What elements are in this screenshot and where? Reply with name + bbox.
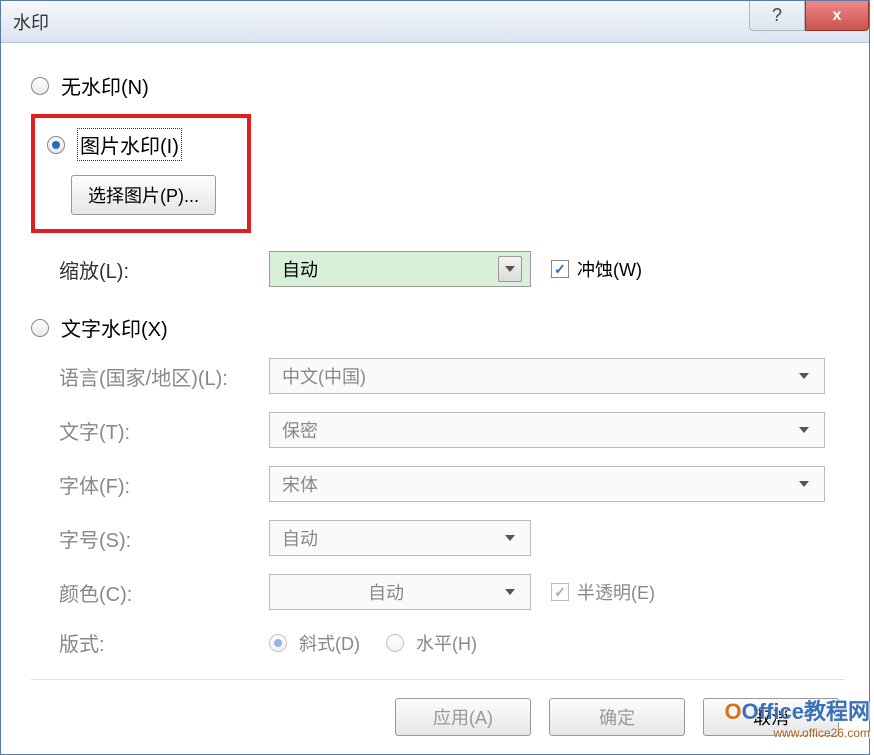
chevron-down-icon (498, 256, 522, 282)
no-watermark-label: 无水印(N) (61, 71, 149, 100)
color-value: 自动 (282, 579, 490, 605)
scale-row: 缩放(L): 自动 冲蚀(W) (31, 251, 845, 287)
font-combo[interactable]: 宋体 (269, 466, 825, 502)
size-label: 字号(S): (59, 524, 269, 553)
dialog-title: 水印 (13, 9, 49, 35)
chevron-down-icon (498, 525, 522, 551)
dialog-body: 无水印(N) 图片水印(I) 选择图片(P)... 缩放(L): 自动 冲蚀(W… (1, 43, 869, 754)
text-row: 文字(T): 保密 (31, 412, 845, 448)
layout-label: 版式: (59, 628, 269, 657)
font-label: 字体(F): (59, 470, 269, 499)
text-label: 文字(T): (59, 416, 269, 445)
scale-value: 自动 (282, 256, 318, 282)
chevron-down-icon (792, 363, 816, 389)
diagonal-label: 斜式(D) (299, 630, 360, 656)
radio-no-watermark[interactable]: 无水印(N) (31, 71, 845, 100)
radio-icon (47, 136, 65, 154)
color-combo[interactable]: 自动 (269, 574, 531, 610)
layout-options: 斜式(D) 水平(H) (269, 630, 477, 656)
language-label: 语言(国家/地区)(L): (59, 362, 269, 391)
text-combo[interactable]: 保密 (269, 412, 825, 448)
apply-button[interactable]: 应用(A) (395, 698, 531, 736)
text-value: 保密 (282, 417, 318, 443)
semitransparent-label: 半透明(E) (577, 579, 655, 605)
radio-icon (31, 77, 49, 95)
dialog-buttons: 应用(A) 确定 取消 (31, 679, 845, 736)
radio-icon (386, 634, 404, 652)
size-row: 字号(S): 自动 (31, 520, 845, 556)
text-watermark-label: 文字水印(X) (61, 313, 168, 342)
radio-icon (269, 634, 287, 652)
semitransparent-checkbox[interactable]: 半透明(E) (551, 579, 655, 605)
picture-watermark-highlight: 图片水印(I) 选择图片(P)... (31, 114, 251, 233)
scale-label: 缩放(L): (59, 255, 269, 284)
titlebar: 水印 ? x (1, 1, 869, 43)
watermark-dialog: 水印 ? x 无水印(N) 图片水印(I) 选择图片(P)... 缩放(L): … (0, 0, 870, 755)
help-button[interactable]: ? (749, 1, 805, 31)
washout-label: 冲蚀(W) (577, 256, 642, 282)
font-row: 字体(F): 宋体 (31, 466, 845, 502)
washout-checkbox[interactable]: 冲蚀(W) (551, 256, 642, 282)
ok-button[interactable]: 确定 (549, 698, 685, 736)
layout-row: 版式: 斜式(D) 水平(H) (31, 628, 845, 657)
chevron-down-icon (498, 579, 522, 605)
window-controls: ? x (749, 1, 869, 31)
radio-picture-watermark[interactable]: 图片水印(I) (47, 128, 233, 161)
radio-horizontal[interactable]: 水平(H) (386, 630, 477, 656)
horizontal-label: 水平(H) (416, 630, 477, 656)
size-value: 自动 (282, 525, 318, 551)
picture-watermark-label: 图片水印(I) (77, 128, 182, 161)
close-button[interactable]: x (805, 1, 869, 31)
chevron-down-icon (792, 417, 816, 443)
radio-icon (31, 319, 49, 337)
color-label: 颜色(C): (59, 578, 269, 607)
chevron-down-icon (792, 471, 816, 497)
select-picture-button[interactable]: 选择图片(P)... (71, 175, 216, 215)
color-row: 颜色(C): 自动 半透明(E) (31, 574, 845, 610)
language-row: 语言(国家/地区)(L): 中文(中国) (31, 358, 845, 394)
scale-combo[interactable]: 自动 (269, 251, 531, 287)
size-combo[interactable]: 自动 (269, 520, 531, 556)
checkbox-icon (551, 583, 569, 601)
font-value: 宋体 (282, 471, 318, 497)
source-watermark: OOffice教程网 www.office26.com (725, 694, 870, 740)
checkbox-icon (551, 260, 569, 278)
radio-diagonal[interactable]: 斜式(D) (269, 630, 360, 656)
language-value: 中文(中国) (282, 363, 366, 389)
language-combo[interactable]: 中文(中国) (269, 358, 825, 394)
radio-text-watermark[interactable]: 文字水印(X) (31, 313, 845, 342)
